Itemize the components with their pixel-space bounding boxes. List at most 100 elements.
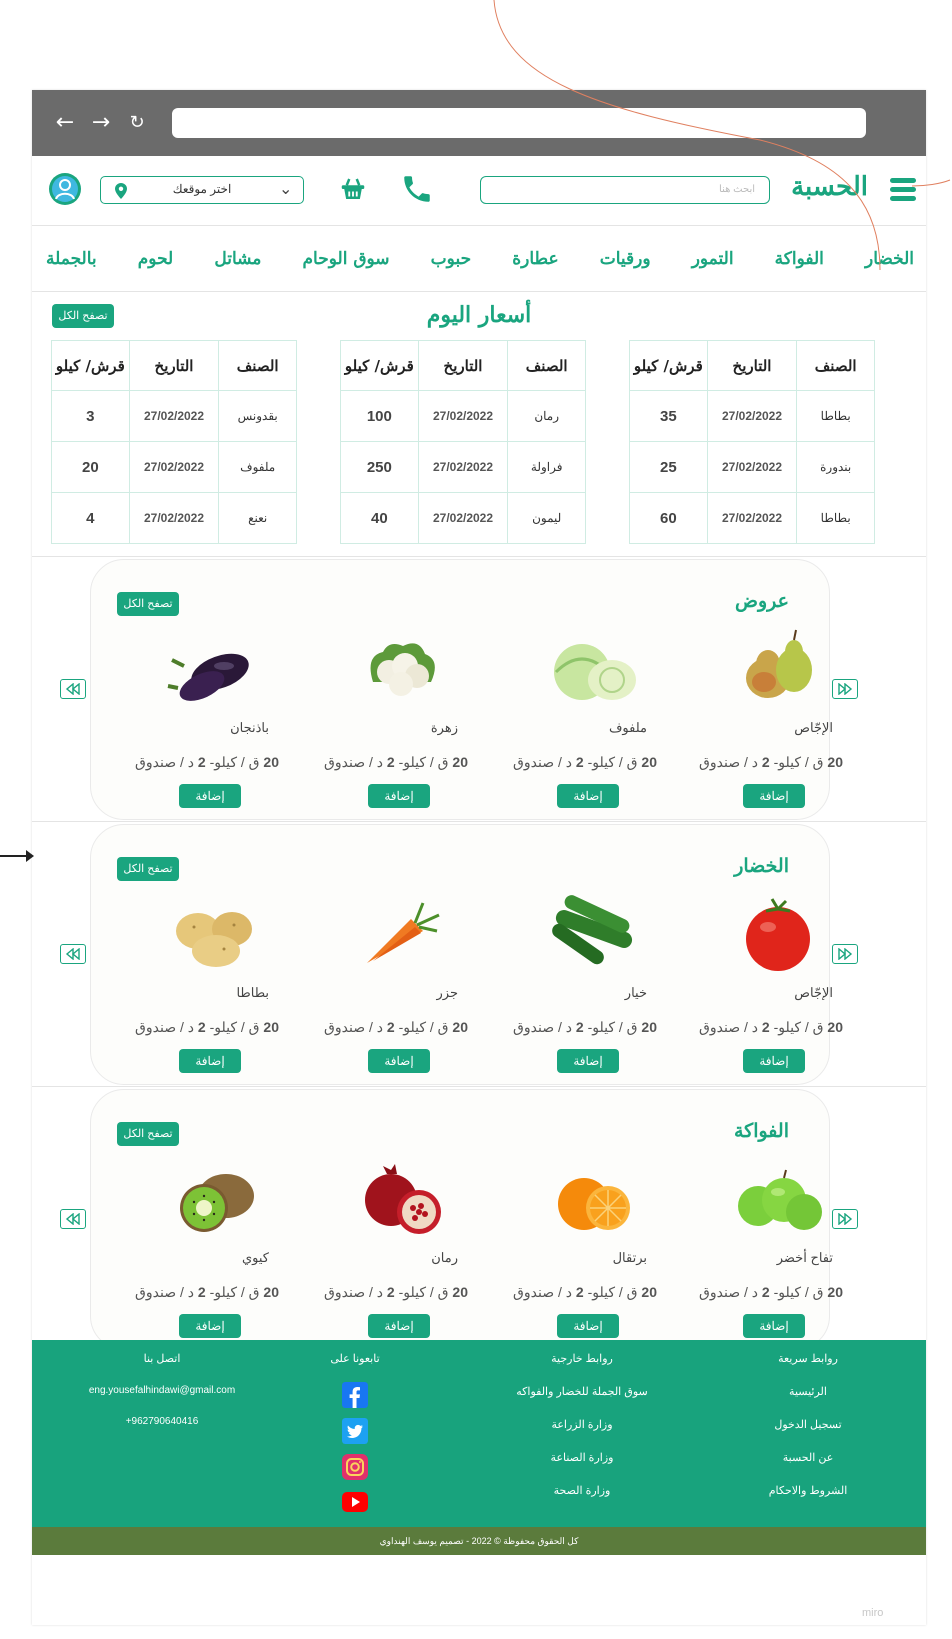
category-spices[interactable]: عطارة [512, 249, 558, 269]
green-apple-icon[interactable] [728, 1156, 828, 1236]
browse-all-button[interactable]: تصفح الكل [117, 592, 179, 616]
category-cravings-market[interactable]: سوق الوحام [303, 249, 390, 269]
product-price: 20 ق / كيلو- 2 د / صندوق [699, 1284, 843, 1301]
cabbage-icon[interactable] [542, 626, 642, 706]
product-card: باذنجان 20 ق / كيلو- 2 د / صندوق إضافة [109, 626, 279, 808]
reload-icon[interactable]: ↻ [124, 110, 150, 136]
add-button[interactable]: إضافة [179, 1314, 241, 1338]
table-row: فراولة 27/02/2022 250 [340, 441, 586, 493]
location-pin-icon [115, 183, 127, 199]
double-left-arrow-icon [65, 1213, 80, 1225]
category-fruits[interactable]: الفواكة [775, 249, 824, 269]
product-carousel: عروض تصفح الكل الإجّاص 20 ق / كيلو- 2 د / ص… [90, 559, 843, 820]
add-button[interactable]: إضافة [179, 784, 241, 808]
product-name: رمان [431, 1250, 458, 1265]
category-dates[interactable]: التمور [692, 249, 734, 269]
browse-all-button[interactable]: تصفح الكل [117, 1122, 179, 1146]
location-select[interactable]: ⌄ اختر موقعك [100, 176, 304, 204]
footer-contact: اتصل بنا eng.yousefalhindawi@gmail.com +… [72, 1352, 252, 1447]
instagram-icon[interactable] [342, 1454, 368, 1480]
facebook-icon[interactable] [342, 1382, 368, 1408]
product-section: عروض تصفح الكل الإجّاص 20 ق / كيلو- 2 د / ص… [32, 557, 926, 822]
search-input[interactable]: ابحث هنا [480, 176, 770, 204]
browse-all-button[interactable]: تصفح الكل [117, 857, 179, 881]
add-button[interactable]: إضافة [557, 1314, 619, 1338]
add-button[interactable]: إضافة [557, 1049, 619, 1073]
tomato-icon[interactable] [728, 891, 828, 971]
url-bar[interactable] [172, 108, 866, 138]
category-leafy[interactable]: ورقيات [600, 249, 651, 269]
product-card: برتقال 20 ق / كيلو- 2 د / صندوق إضافة [487, 1156, 657, 1338]
footer-link[interactable]: سوق الجملة للخضار والفواكه [502, 1385, 662, 1398]
menu-icon[interactable] [890, 178, 916, 202]
basket-icon[interactable] [338, 174, 368, 204]
footer-link[interactable]: وزارة الصناعة [502, 1451, 662, 1464]
price-per-box: 2 [575, 1284, 584, 1300]
category-meat[interactable]: لحوم [138, 249, 173, 269]
footer-link[interactable]: تسجيل الدخول [748, 1418, 868, 1431]
twitter-icon[interactable] [342, 1418, 368, 1444]
add-button[interactable]: إضافة [743, 784, 805, 808]
product-name: ملفوف [608, 720, 647, 735]
carousel-prev-button[interactable] [60, 1209, 86, 1229]
price-per-box: 2 [197, 754, 206, 770]
footer-link[interactable]: الرئيسية [748, 1385, 868, 1398]
price-unit-box: د / صندوق [135, 1284, 198, 1300]
price-unit-box: د / صندوق [324, 1019, 387, 1035]
add-button[interactable]: إضافة [368, 1049, 430, 1073]
product-price: 20 ق / كيلو- 2 د / صندوق [135, 1019, 279, 1036]
cauliflower-icon[interactable] [353, 626, 453, 706]
category-nurseries[interactable]: مشاتل [214, 249, 261, 269]
carousel-prev-button[interactable] [60, 944, 86, 964]
footer-link[interactable]: عن الحسبة [748, 1451, 868, 1464]
phone-icon[interactable] [400, 172, 434, 206]
footer-link[interactable]: وزارة الزراعة [502, 1418, 662, 1431]
close-icon[interactable]: ✕ [842, 110, 868, 136]
product-name: باذنجان [230, 720, 269, 735]
carousel-next-button[interactable] [832, 679, 858, 699]
add-button[interactable]: إضافة [368, 1314, 430, 1338]
youtube-icon[interactable] [342, 1492, 368, 1512]
pear-icon[interactable] [728, 626, 828, 706]
carousel-prev-button[interactable] [60, 679, 86, 699]
browse-all-button[interactable]: تصفح الكل [52, 304, 114, 328]
site-logo[interactable]: الحسبة [791, 172, 868, 202]
category-wholesale[interactable]: بالجملة [46, 249, 97, 269]
potato-icon[interactable] [164, 891, 264, 971]
category-vegetables[interactable]: الخضار [865, 249, 914, 269]
price-unit-kilo: ق / كيلو- [205, 754, 264, 770]
carousel-next-button[interactable] [832, 1209, 858, 1229]
eggplant-icon[interactable] [164, 626, 264, 706]
add-button[interactable]: إضافة [743, 1049, 805, 1073]
footer-external-links: روابط خارجية سوق الجملة للخضار والفواكه … [502, 1352, 662, 1517]
carrot-icon[interactable] [353, 891, 453, 971]
product-price: 20 ق / كيلو- 2 د / صندوق [699, 1019, 843, 1036]
footer: روابط سريعة الرئيسية تسجيل الدخول عن الح… [32, 1340, 926, 1527]
footer-heading: روابط خارجية [551, 1353, 613, 1365]
contact-phone[interactable]: +962790640416 [72, 1416, 252, 1427]
miro-watermark: miro [862, 1607, 884, 1619]
user-avatar-icon[interactable] [48, 172, 82, 206]
kiwi-icon[interactable] [164, 1156, 264, 1236]
footer-link[interactable]: الشروط والاحكام [748, 1484, 868, 1497]
product-section: الفواكة تصفح الكل تفاح أخضر 20 ق / كيلو- 2 … [32, 1087, 926, 1352]
price-unit-kilo: ق / كيلو- [583, 1284, 642, 1300]
cucumber-icon[interactable] [542, 891, 642, 971]
add-button[interactable]: إضافة [743, 1314, 805, 1338]
price-per-box: 2 [761, 1284, 770, 1300]
contact-email[interactable]: eng.yousefalhindawi@gmail.com [72, 1385, 252, 1396]
orange-icon[interactable] [542, 1156, 642, 1236]
forward-arrow-icon[interactable]: → [88, 110, 114, 136]
back-arrow-icon[interactable]: ← [52, 110, 78, 136]
add-button[interactable]: إضافة [368, 784, 430, 808]
section-title: الفواكة [733, 1120, 789, 1142]
carousel-next-button[interactable] [832, 944, 858, 964]
add-button[interactable]: إضافة [179, 1049, 241, 1073]
add-button[interactable]: إضافة [557, 784, 619, 808]
price-table: الصنف التاريخ قرش/ كيلو رمان 27/02/2022 100 … [340, 340, 586, 544]
footer-link[interactable]: وزارة الصحة [502, 1484, 662, 1497]
category-nav: الخضار الفواكة التمور ورقيات عطارة حبوب … [32, 226, 926, 292]
footer-follow: تابعونا على [300, 1352, 410, 1385]
category-grains[interactable]: حبوب [431, 249, 471, 269]
pomegranate-icon[interactable] [353, 1156, 453, 1236]
